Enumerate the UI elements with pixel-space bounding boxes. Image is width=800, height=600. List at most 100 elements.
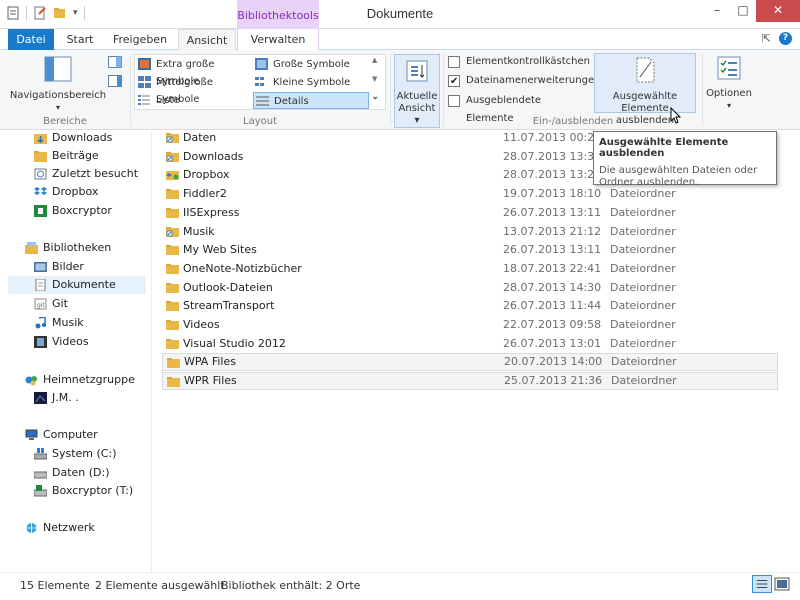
- folder-icon: [167, 377, 180, 388]
- file-row[interactable]: WPA Files 20.07.2013 14:00 Dateiordner: [162, 353, 778, 372]
- nav-label: Boxcryptor: [52, 204, 112, 217]
- nav-label: Heimnetzgruppe: [43, 373, 135, 386]
- file-date: 26.07.2013 13:11: [503, 243, 602, 257]
- navigation-pane-dropdown-icon: ▾: [55, 103, 60, 112]
- file-name: Downloads: [183, 149, 244, 163]
- layout-large-icons[interactable]: Große Symbole: [253, 56, 369, 73]
- item-checkboxes-toggle[interactable]: Elementkontrollkästchen: [448, 53, 590, 71]
- folder-shortcut-icon: [166, 133, 179, 143]
- file-type: Dateiordner: [611, 374, 677, 388]
- folder-icon: [166, 282, 179, 293]
- layout-small-icons[interactable]: Kleine Symbole: [253, 74, 369, 91]
- file-row[interactable]: Visual Studio 2012 26.07.2013 13:01 Dateio…: [162, 335, 778, 353]
- file-name: Dropbox: [183, 168, 230, 182]
- tab-file[interactable]: Datei: [8, 29, 54, 50]
- hidden-items-toggle[interactable]: Ausgeblendete Elemente: [448, 92, 588, 124]
- layout-expand-icon[interactable]: ⏷: [372, 94, 378, 104]
- file-row[interactable]: WPR Files 25.07.2013 21:36 Dateiordner: [162, 372, 778, 391]
- minimize-button[interactable]: –: [704, 0, 730, 22]
- tab-view[interactable]: Ansicht: [178, 29, 236, 51]
- music-icon: [35, 317, 46, 329]
- file-date: 26.07.2013 11:44: [503, 299, 602, 313]
- details-pane-icon[interactable]: [108, 75, 122, 87]
- sort-by-icon: [406, 60, 428, 82]
- nav-label: Downloads: [52, 131, 113, 144]
- folder-icon: [166, 338, 179, 349]
- homegroup-icon: [25, 376, 37, 386]
- file-name: Outlook-Dateien: [183, 280, 273, 294]
- maximize-button[interactable]: □: [730, 0, 756, 22]
- item-checkboxes-checkbox[interactable]: [448, 56, 460, 68]
- hide-selected-label-1: Ausgewählte: [612, 91, 678, 102]
- git-library-icon: git: [34, 298, 47, 310]
- navigation-pane-label: Navigationsbereich: [9, 90, 107, 101]
- file-date: 22.07.2013 09:58: [503, 318, 602, 331]
- layout-list[interactable]: Liste: [136, 92, 252, 109]
- nav-label: Zuletzt besucht: [52, 167, 139, 180]
- network-icon: [26, 523, 37, 533]
- nav-label: Computer: [43, 428, 98, 441]
- file-date: 28.07.2013 13:30: [503, 149, 602, 163]
- hide-selected-items-button[interactable]: Ausgewählte Elemente ausblenden: [594, 53, 696, 126]
- file-row[interactable]: Outlook-Dateien 28.07.2013 14:30 Dateiordn…: [162, 279, 778, 297]
- group-label-panes: Bereiche: [43, 116, 87, 127]
- hidden-items-checkbox[interactable]: [448, 95, 460, 107]
- layout-medium-icons[interactable]: Mittelgroße Symbole: [136, 74, 252, 105]
- nav-label: Bibliotheken: [43, 241, 112, 254]
- options-icon: [717, 56, 741, 80]
- large-icons-view-toggle-icon[interactable]: [772, 575, 792, 593]
- pin-ribbon-icon[interactable]: ⇱: [762, 32, 771, 45]
- status-bar: 15 Elemente 2 Elemente ausgewählt Biblio…: [0, 572, 800, 600]
- file-row[interactable]: OneNote-Notizbücher 18.07.2013 22:41 Datei…: [162, 260, 778, 278]
- file-row[interactable]: Videos 22.07.2013 09:58 Dateiordner: [162, 316, 778, 334]
- tabrow-icons: ⇱ ?: [762, 32, 792, 45]
- close-button[interactable]: ✕: [756, 0, 800, 22]
- preview-pane-icon[interactable]: [108, 56, 122, 68]
- file-row[interactable]: IISExpress 26.07.2013 13:11 Dateiordner: [162, 204, 778, 222]
- file-row[interactable]: StreamTransport 26.07.2013 11:44 Dateiordn…: [162, 297, 778, 315]
- nav-item-documents[interactable]: Dokumente: [8, 276, 146, 294]
- item-checkboxes-label: Elementkontrollkästchen: [466, 56, 590, 67]
- tooltip-body: Die ausgewählten Dateien oder Ordner aus…: [599, 165, 771, 189]
- nav-label: Videos: [52, 335, 89, 348]
- drive-icon: [34, 471, 47, 479]
- file-type: Dateiordner: [611, 355, 677, 369]
- layout-scroll-up-icon[interactable]: ▲: [372, 56, 377, 64]
- tab-manage[interactable]: Verwalten: [237, 29, 319, 50]
- pictures-icon: [34, 262, 47, 272]
- tab-start[interactable]: Start: [60, 29, 100, 50]
- system-drive-icon: [34, 448, 47, 460]
- window-title: Dokumente: [366, 6, 434, 21]
- tooltip: Ausgewählte Elemente ausblenden Die ausg…: [593, 131, 777, 188]
- layout-large-label: Große Symbole: [273, 59, 350, 70]
- title-bar: ▾ Bibliothektools Dokumente – □ ✕: [0, 0, 800, 29]
- large-icons-icon: [255, 58, 268, 70]
- nav-label: Netzwerk: [43, 521, 95, 534]
- file-type: Dateiordner: [610, 205, 676, 219]
- layout-small-label: Kleine Symbole: [273, 77, 351, 88]
- recent-places-icon: [34, 168, 47, 180]
- file-extensions-checkbox[interactable]: [448, 73, 460, 91]
- svg-text:git: git: [37, 302, 45, 309]
- file-type: Dateiordner: [610, 336, 676, 350]
- file-type: Dateiordner: [610, 318, 676, 331]
- navigation-pane-button[interactable]: Navigationsbereich ▾: [8, 56, 108, 114]
- folder-icon: [166, 189, 179, 200]
- folder-icon: [166, 320, 179, 330]
- file-row[interactable]: My Web Sites 26.07.2013 13:11 Dateiordner: [162, 241, 778, 259]
- details-view-toggle-icon[interactable]: [752, 575, 772, 593]
- file-extensions-label: Dateinamenerweiterungen: [466, 75, 601, 86]
- layout-extra-large-icons[interactable]: Extra große Symbole: [136, 56, 252, 87]
- boxcryptor-drive-icon: [34, 485, 47, 497]
- current-view-button[interactable]: Aktuelle Ansicht ▾: [394, 54, 440, 128]
- tab-share[interactable]: Freigeben: [112, 29, 168, 50]
- status-item-count: 15 Elemente: [20, 579, 90, 592]
- file-row[interactable]: Musik 13.07.2013 21:12 Dateiordner: [162, 223, 778, 241]
- help-icon[interactable]: ?: [779, 32, 792, 45]
- layout-details[interactable]: Details: [253, 92, 369, 109]
- file-date: 19.07.2013 18:10: [503, 187, 602, 201]
- layout-scroll-down-icon[interactable]: ▼: [372, 75, 377, 83]
- options-button[interactable]: Optionen ▾: [706, 56, 752, 112]
- nav-label: Git: [52, 297, 68, 310]
- file-extensions-toggle[interactable]: Dateinamenerweiterungen: [448, 72, 600, 91]
